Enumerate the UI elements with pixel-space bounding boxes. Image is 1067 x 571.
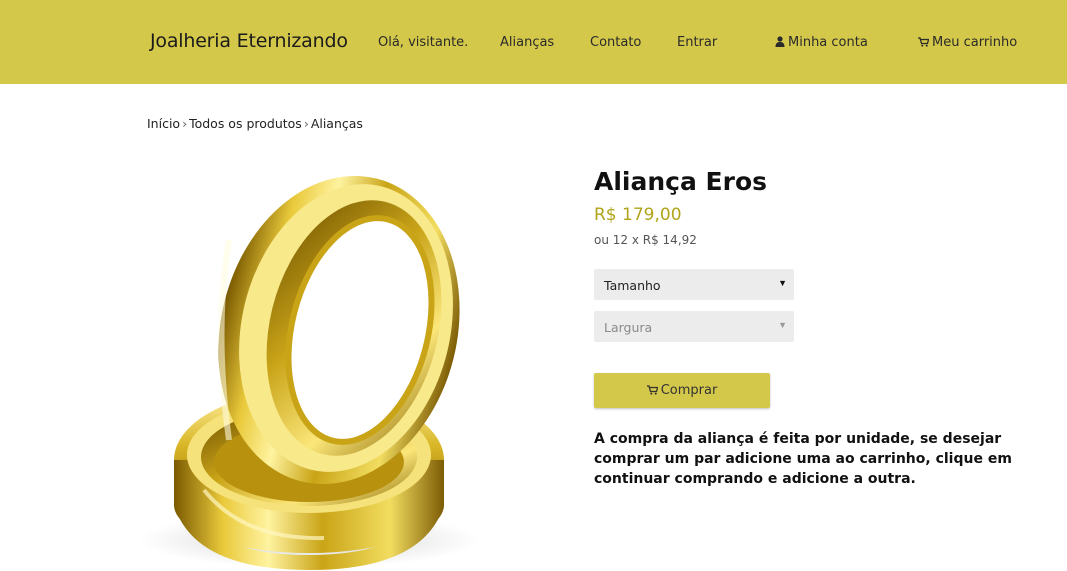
breadcrumb-item-aliancas[interactable]: Alianças [311,116,363,131]
nav-link-meu-carrinho-label: Meu carrinho [932,35,1018,50]
width-select-label: Largura [604,320,653,335]
nav-link-minha-conta-label: Minha conta [788,35,868,50]
width-select[interactable]: Largura ▼ [594,311,794,342]
breadcrumb: Início › Todos os produtos › Alianças [147,116,363,131]
product-image [134,160,534,571]
breadcrumb-separator: › [303,116,309,131]
buy-button[interactable]: Comprar [594,373,770,408]
top-navigation-bar: Joalheria Eternizando Olá, visitante. Al… [0,0,1067,84]
greeting-text: Olá, visitante. [378,35,469,50]
brand-logo-text[interactable]: Joalheria Eternizando [150,30,348,52]
gold-rings-image [139,175,479,570]
product-price: R$ 179,00 [594,205,682,225]
nav-link-meu-carrinho[interactable]: Meu carrinho [918,35,1017,51]
breadcrumb-item-inicio[interactable]: Início [147,116,180,131]
size-select-label: Tamanho [604,278,661,293]
product-title: Aliança Eros [594,167,768,196]
cart-icon [918,36,930,51]
chevron-down-icon: ▼ [778,278,787,288]
chevron-down-icon: ▼ [778,320,787,330]
nav-link-contato[interactable]: Contato [590,35,641,50]
nav-link-minha-conta[interactable]: Minha conta [775,35,868,51]
buy-button-label: Comprar [660,383,718,398]
size-select[interactable]: Tamanho ▼ [594,269,794,300]
breadcrumb-separator: › [182,116,188,131]
nav-link-entrar[interactable]: Entrar [677,35,717,50]
breadcrumb-item-todos-produtos[interactable]: Todos os produtos [189,116,302,131]
purchase-note: A compra da aliança é feita por unidade,… [594,431,1012,487]
nav-link-aliancas[interactable]: Alianças [500,35,554,50]
user-icon [775,36,785,51]
installments-text: ou 12 x R$ 14,92 [594,233,697,247]
cart-icon [646,384,659,399]
